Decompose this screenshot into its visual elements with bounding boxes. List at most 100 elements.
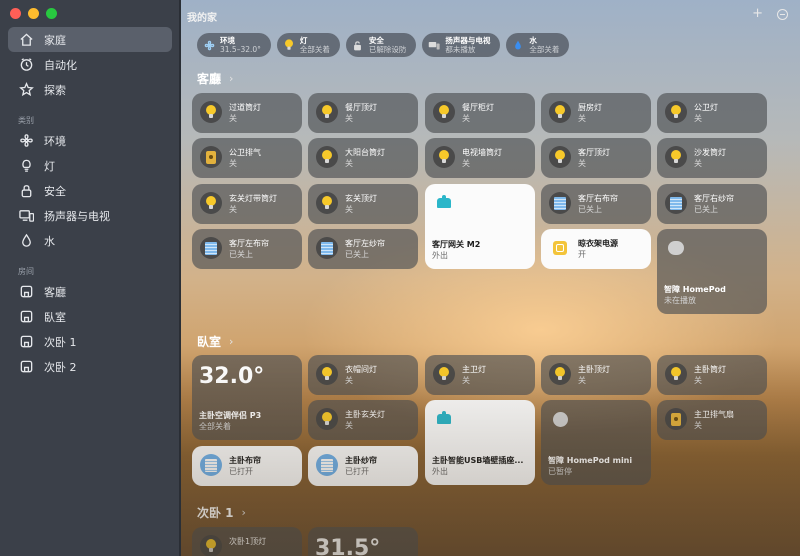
sidebar-item-water[interactable]: 水	[8, 228, 172, 253]
lightbulb-icon	[316, 101, 338, 123]
chip-climate[interactable]: 环境 31.5–32.0°	[197, 33, 271, 57]
sidebar-item-label: 水	[44, 234, 55, 248]
sidebar-item-lights[interactable]: 灯	[8, 153, 172, 178]
lock-icon	[352, 39, 364, 51]
chevron-right-icon: ›	[229, 335, 234, 348]
sidebar-item-label: 环境	[44, 134, 66, 148]
main-content: 我的家 + 环境 31.5–32.0° 灯全部关着 安全 已解除设防 扬声器与电视都…	[181, 0, 800, 556]
temperature-value: 32.0°	[199, 364, 265, 389]
tile-curtain[interactable]: 主卧布帘 已打开	[192, 446, 302, 486]
homepod-mini-icon	[549, 408, 571, 430]
tile-light[interactable]: 过道筒灯关	[192, 93, 302, 133]
tile-light[interactable]: 大阳台筒灯关	[308, 138, 418, 178]
sidebar-item-room-bedroom[interactable]: 臥室	[8, 304, 172, 329]
room-icon	[18, 284, 34, 300]
sidebar-item-discover[interactable]: 探索	[8, 77, 172, 102]
tile-curtain[interactable]: 主卧纱帘 已打开	[308, 446, 418, 486]
tile-outlet-usb[interactable]: 主卧智能USB墙壁插座... 外出	[425, 400, 535, 485]
tile-fan[interactable]: 主卫排气扇关	[657, 400, 767, 440]
chip-subtitle: 全部关着	[299, 45, 330, 54]
plus-icon[interactable]: +	[752, 6, 763, 21]
lightbulb-icon	[549, 146, 571, 168]
tile-curtain[interactable]: 客厅右布帘 已关上	[541, 184, 651, 224]
tile-gateway[interactable]: 客厅网关 M2 外出	[425, 184, 535, 269]
zoom-window-button[interactable]	[46, 8, 57, 19]
more-circle-icon[interactable]	[777, 9, 788, 20]
tile-light[interactable]: 餐厅顶灯关	[308, 93, 418, 133]
section-title-living[interactable]: 客廳 ›	[197, 70, 233, 87]
chip-title: 环境	[220, 36, 235, 45]
tile-light[interactable]: 主卧筒灯关	[657, 355, 767, 395]
tile-light[interactable]: 沙发筒灯关	[657, 138, 767, 178]
lightbulb-icon	[316, 363, 338, 385]
sidebar-item-label: 客廳	[44, 285, 66, 299]
tile-light[interactable]: 主卫灯关	[425, 355, 535, 395]
outlet-icon	[549, 237, 571, 259]
chip-security[interactable]: 安全 已解除设防	[345, 33, 417, 57]
blinds-icon	[549, 192, 571, 214]
chip-title: 灯	[299, 36, 308, 45]
tile-outlet[interactable]: 晾衣架电源开	[541, 229, 651, 269]
chevron-right-icon: ›	[229, 72, 234, 85]
sidebar-item-label: 臥室	[44, 310, 66, 324]
sidebar-item-speakers-tv[interactable]: 扬声器与电视	[8, 203, 172, 228]
lightbulb-icon	[200, 192, 222, 214]
sidebar: 家庭 自动化 探索 类别 环境 灯 安全 扬声器与电视 水 房间 客廳 臥室 次…	[0, 0, 180, 556]
tile-curtain[interactable]: 客厅右纱帘 已关上	[657, 184, 767, 224]
status-chips: 环境 31.5–32.0° 灯全部关着 安全 已解除设防 扬声器与电视 都未播放 水全…	[197, 33, 570, 57]
fan-icon	[203, 39, 215, 51]
tile-curtain[interactable]: 客厅左纱帘 已关上	[308, 229, 418, 269]
tv-speaker-icon	[18, 208, 34, 224]
section-title-bedroom2[interactable]: 次卧 1 ›	[197, 504, 246, 521]
tile-light[interactable]: 餐厅柜灯关	[425, 93, 535, 133]
tile-light[interactable]: 公卫灯关	[657, 93, 767, 133]
sidebar-item-label: 次卧 2	[44, 360, 77, 374]
home-title: 我的家	[187, 13, 217, 24]
room-icon	[18, 334, 34, 350]
lock-icon	[18, 183, 34, 199]
lightbulb-icon	[18, 158, 34, 174]
sidebar-item-label: 次卧 1	[44, 335, 77, 349]
minimize-window-button[interactable]	[28, 8, 39, 19]
tile-light[interactable]: 衣帽间灯关	[308, 355, 418, 395]
blinds-icon	[200, 454, 222, 476]
tile-homepod[interactable]: 智障 HomePod 未在播放	[657, 229, 767, 314]
tile-homepod-mini[interactable]: 智障 HomePod mini 已暂停	[541, 400, 651, 485]
drop-icon	[512, 39, 524, 51]
sidebar-item-room-living[interactable]: 客廳	[8, 279, 172, 304]
tile-fan[interactable]: 公卫排气关	[192, 138, 302, 178]
tv-speaker-icon	[428, 39, 441, 51]
window-controls	[10, 8, 57, 19]
sidebar-item-room-bedroom2[interactable]: 次卧 1	[8, 329, 172, 354]
section-title-bedroom[interactable]: 臥室 ›	[197, 333, 233, 350]
tile-light[interactable]: 厨房灯关	[541, 93, 651, 133]
sidebar-item-label: 家庭	[44, 33, 66, 47]
chip-lights[interactable]: 灯全部关着	[276, 33, 340, 57]
sidebar-item-room-bedroom3[interactable]: 次卧 2	[8, 354, 172, 379]
tile-light[interactable]: 次卧1顶灯	[192, 527, 302, 556]
tile-light[interactable]: 电视墙筒灯关	[425, 138, 535, 178]
sidebar-item-climate[interactable]: 环境	[8, 128, 172, 153]
sidebar-item-security[interactable]: 安全	[8, 178, 172, 203]
tile-curtain[interactable]: 客厅左布帘 已关上	[192, 229, 302, 269]
sidebar-item-automation[interactable]: 自动化	[8, 52, 172, 77]
tile-light[interactable]: 玄关顶灯关	[308, 184, 418, 224]
sidebar-item-home[interactable]: 家庭	[8, 27, 172, 52]
tile-light[interactable]: 主卧玄关灯关	[308, 400, 418, 440]
chip-water[interactable]: 水全部关着	[506, 33, 570, 57]
tile-thermostat[interactable]: 32.0° 主卧空调伴侣 P3 全部关着	[192, 355, 302, 440]
lightbulb-icon	[665, 101, 687, 123]
tile-light[interactable]: 主卧顶灯关	[541, 355, 651, 395]
tile-thermostat[interactable]: 31.5°	[308, 527, 418, 556]
drop-icon	[18, 233, 34, 249]
lightbulb-icon	[200, 535, 222, 556]
chip-speakers-tv[interactable]: 扬声器与电视 都未播放	[422, 33, 501, 57]
lightbulb-icon	[316, 408, 338, 430]
tile-light[interactable]: 玄关灯带筒灯关	[192, 184, 302, 224]
sidebar-item-label: 自动化	[44, 58, 77, 72]
tile-light[interactable]: 客厅顶灯关	[541, 138, 651, 178]
close-window-button[interactable]	[10, 8, 21, 19]
room-icon	[18, 309, 34, 325]
chip-subtitle: 全部关着	[529, 45, 560, 54]
lightbulb-icon	[433, 363, 455, 385]
